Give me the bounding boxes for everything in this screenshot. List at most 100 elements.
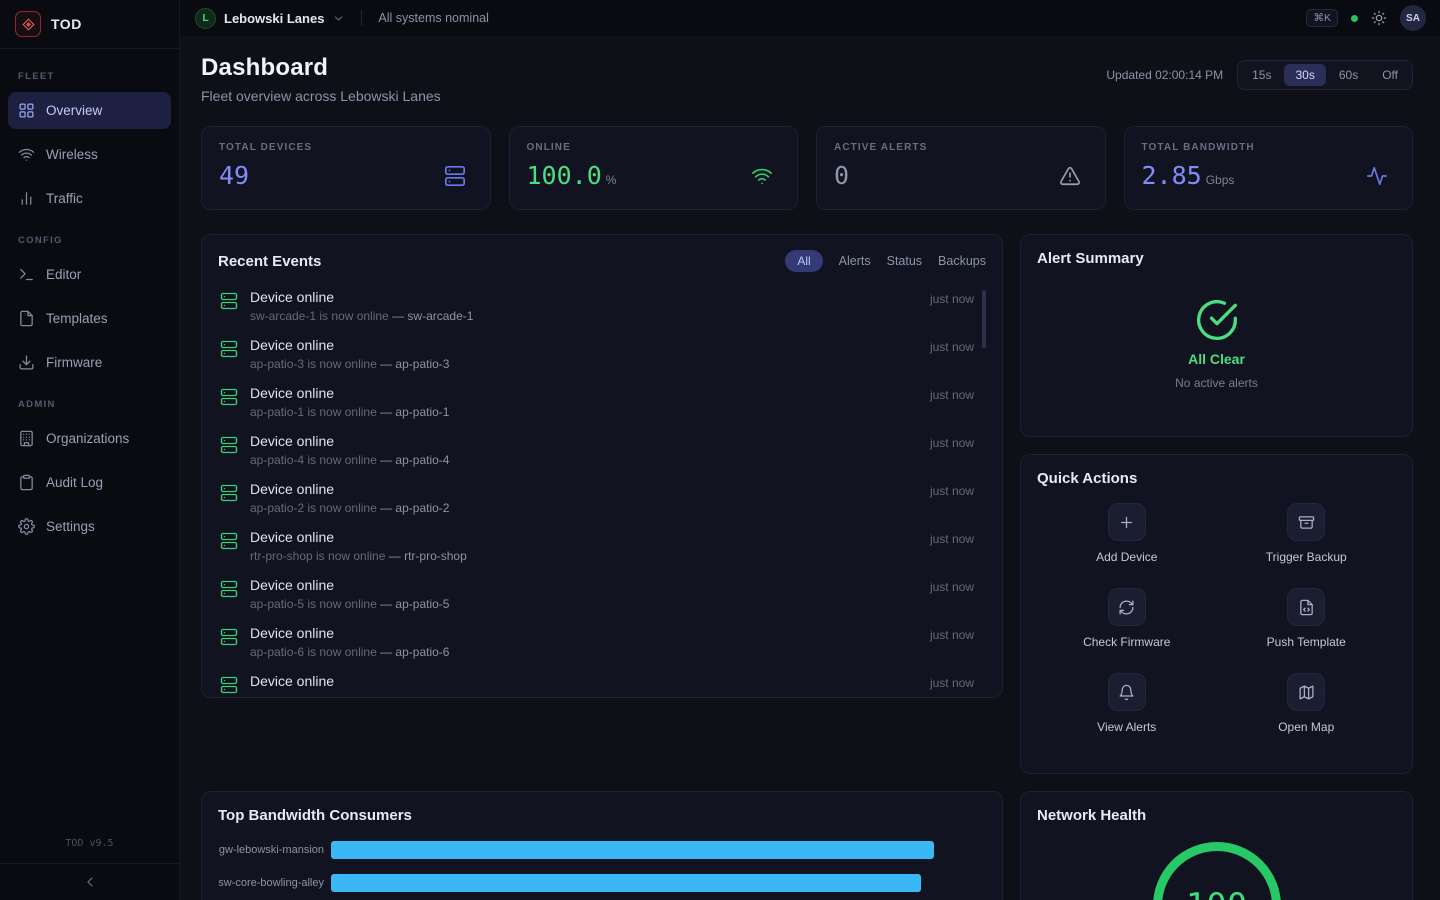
refresh-option-60s[interactable]: 60s [1328, 64, 1369, 86]
tab-alerts[interactable]: Alerts [839, 254, 871, 268]
event-title: Device online [250, 337, 930, 353]
dashboard-content: Dashboard Fleet overview across Lebowski… [180, 36, 1440, 900]
bandwidth-bar [331, 874, 921, 892]
quick-actions-card: Quick Actions Add Device Trigger Backup [1020, 454, 1413, 774]
sidebar-item-overview[interactable]: Overview [8, 92, 171, 129]
sidebar-item-label: Audit Log [46, 475, 103, 490]
network-health-value: 100 [1186, 886, 1247, 900]
quick-action-label: Push Template [1267, 635, 1346, 649]
system-status: All systems nominal [378, 11, 488, 25]
sidebar-nav: FLEET Overview Wireless Traffic CONFIG E… [0, 49, 179, 838]
open-map-button[interactable]: Open Map [1217, 673, 1397, 734]
alert-summary-title: Alert Summary [1037, 250, 1396, 267]
sidebar-item-label: Templates [46, 311, 108, 326]
wifi-icon [751, 165, 773, 187]
stat-value: 0 [834, 161, 849, 190]
event-title: Device online [250, 433, 930, 449]
sun-icon[interactable] [1371, 10, 1387, 26]
event-row[interactable]: Device online ap-patio-4 is now online —… [218, 428, 986, 476]
stat-unit: % [606, 173, 617, 187]
archive-icon [1298, 514, 1315, 531]
event-device: — rtr-pro-shop [389, 549, 467, 563]
event-time: just now [930, 481, 986, 524]
event-row[interactable]: Device online ap-patio-1 is now online —… [218, 380, 986, 428]
tab-all[interactable]: All [785, 250, 822, 272]
bar-chart-icon [18, 190, 35, 207]
event-detail: ap-patio-2 is now online — ap-patio-2 [250, 501, 930, 515]
event-device: — ap-patio-6 [380, 645, 449, 659]
event-title: Device online [250, 481, 930, 497]
sidebar-section-admin: ADMIN [8, 399, 171, 410]
sidebar-item-organizations[interactable]: Organizations [8, 420, 171, 457]
event-device: — ap-patio-5 [380, 597, 449, 611]
sidebar-item-audit-log[interactable]: Audit Log [8, 464, 171, 501]
event-device: — ap-patio-4 [380, 453, 449, 467]
server-icon [220, 340, 238, 358]
event-device: — ap-patio-2 [380, 501, 449, 515]
event-detail: ap-patio-6 is now online — ap-patio-6 [250, 645, 930, 659]
alert-detail: No active alerts [1175, 376, 1258, 390]
check-firmware-button[interactable]: Check Firmware [1037, 588, 1217, 649]
sidebar-item-editor[interactable]: Editor [8, 256, 171, 293]
map-icon [1298, 684, 1315, 701]
sidebar-collapse-button[interactable] [0, 863, 179, 900]
trigger-backup-button[interactable]: Trigger Backup [1217, 503, 1397, 564]
event-detail: sw-arcade-1 is now online — sw-arcade-1 [250, 309, 930, 323]
refresh-option-15s[interactable]: 15s [1241, 64, 1282, 86]
stat-card-active-alerts: ACTIVE ALERTS 0 [816, 126, 1106, 210]
event-row[interactable]: Device online ap-patio-3 is now online —… [218, 332, 986, 380]
stat-unit: Gbps [1206, 173, 1235, 187]
stat-label: TOTAL DEVICES [219, 142, 312, 153]
online-status-dot [1351, 15, 1358, 22]
event-detail: ap-patio-4 is now online — ap-patio-4 [250, 453, 930, 467]
org-switcher[interactable]: L Lebowski Lanes [195, 8, 345, 29]
app-logo: TOD [0, 0, 179, 49]
alert-summary-card: Alert Summary All Clear No active alerts [1020, 234, 1413, 437]
sidebar-item-traffic[interactable]: Traffic [8, 180, 171, 217]
tab-status[interactable]: Status [887, 254, 922, 268]
sidebar-item-firmware[interactable]: Firmware [8, 344, 171, 381]
clipboard-icon [18, 474, 35, 491]
refresh-option-off[interactable]: Off [1371, 64, 1409, 86]
recent-events-title: Recent Events [218, 253, 321, 270]
event-title: Device online [250, 625, 930, 641]
dashboard-grid: Recent Events All Alerts Status Backups [201, 234, 1413, 900]
server-icon [220, 532, 238, 550]
push-template-button[interactable]: Push Template [1217, 588, 1397, 649]
view-alerts-button[interactable]: View Alerts [1037, 673, 1217, 734]
chevron-left-icon [82, 874, 98, 890]
event-row[interactable]: Device online ap-patio-5 is now online —… [218, 572, 986, 620]
tab-backups[interactable]: Backups [938, 254, 986, 268]
sidebar-section-fleet: FLEET [8, 71, 171, 82]
event-title: Device online [250, 385, 930, 401]
bandwidth-device-label: sw-core-bowling-alley [218, 877, 331, 889]
sidebar-item-wireless[interactable]: Wireless [8, 136, 171, 173]
add-device-button[interactable]: Add Device [1037, 503, 1217, 564]
stats-row: TOTAL DEVICES 49 ONLINE 100.0% ACTIVE AL… [201, 126, 1413, 210]
refresh-option-30s[interactable]: 30s [1284, 64, 1325, 86]
sidebar-item-templates[interactable]: Templates [8, 300, 171, 337]
sidebar-item-settings[interactable]: Settings [8, 508, 171, 545]
event-title: Device online [250, 529, 930, 545]
event-row[interactable]: Device online just now [218, 668, 986, 698]
top-bandwidth-card: Top Bandwidth Consumers gw-lebowski-mans… [201, 791, 1003, 900]
bandwidth-bars: gw-lebowski-mansion sw-core-bowling-alle… [218, 841, 986, 892]
plus-icon [1118, 514, 1135, 531]
stat-card-online: ONLINE 100.0% [509, 126, 799, 210]
topbar: L Lebowski Lanes All systems nominal ⌘K … [180, 0, 1440, 36]
recent-events-card: Recent Events All Alerts Status Backups [201, 234, 1003, 698]
server-icon [220, 580, 238, 598]
events-scrollbar[interactable] [982, 290, 986, 348]
refresh-interval-segmented-control: 15s 30s 60s Off [1237, 60, 1413, 90]
quick-action-label: Trigger Backup [1266, 550, 1347, 564]
event-detail: ap-patio-5 is now online — ap-patio-5 [250, 597, 930, 611]
event-row[interactable]: Device online ap-patio-2 is now online —… [218, 476, 986, 524]
topbar-divider [361, 10, 362, 26]
event-row[interactable]: Device online rtr-pro-shop is now online… [218, 524, 986, 572]
user-avatar[interactable]: SA [1400, 5, 1426, 31]
event-row[interactable]: Device online ap-patio-6 is now online —… [218, 620, 986, 668]
event-row[interactable]: Device online sw-arcade-1 is now online … [218, 284, 986, 332]
bandwidth-row: gw-lebowski-mansion [218, 841, 986, 859]
sidebar-item-label: Editor [46, 267, 81, 282]
stat-value: 49 [219, 161, 249, 190]
